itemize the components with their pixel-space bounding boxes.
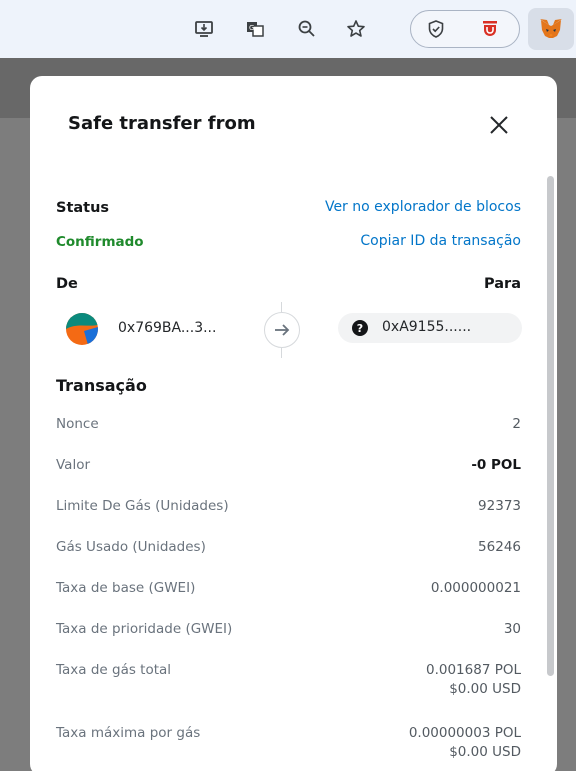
- gas-limit-value: 92373: [478, 498, 521, 514]
- priority-fee-label: Taxa de prioridade (GWEI): [56, 621, 233, 637]
- transfer-arrow: [264, 312, 300, 348]
- explorer-link[interactable]: Ver no explorador de blocos: [325, 199, 521, 215]
- to-address: 0xA9155......: [382, 319, 472, 335]
- transaction-section-title: Transação: [56, 376, 147, 395]
- priority-fee-value: 30: [503, 621, 521, 637]
- gas-limit-label: Limite De Gás (Unidades): [56, 498, 229, 514]
- unknown-account-icon: ?: [352, 320, 368, 336]
- status-badge: Confirmado: [56, 234, 144, 250]
- metamask-fox-icon: [540, 19, 562, 38]
- bookmark-star-icon[interactable]: [345, 18, 367, 40]
- value-amount: -0 POL: [471, 457, 521, 473]
- connector-line-bottom: [281, 348, 282, 358]
- from-account-avatar: [66, 313, 98, 345]
- max-fee-usd: $0.00 USD: [449, 744, 521, 760]
- from-label: De: [56, 276, 78, 292]
- total-gas-fee-label: Taxa de gás total: [56, 662, 172, 678]
- zoom-icon[interactable]: [296, 18, 318, 40]
- from-address[interactable]: 0x769BA...3...: [118, 320, 216, 336]
- to-address-pill[interactable]: ? 0xA9155......: [338, 313, 522, 343]
- nonce-label: Nonce: [56, 416, 99, 432]
- to-label: Para: [484, 276, 521, 292]
- connector-line-top: [281, 302, 282, 312]
- total-gas-fee-pol: 0.001687 POL: [426, 662, 521, 678]
- nonce-value: 2: [512, 416, 521, 432]
- ublock-extension-icon[interactable]: [479, 18, 501, 40]
- max-fee-pol: 0.00000003 POL: [408, 725, 521, 741]
- install-app-icon[interactable]: [193, 18, 215, 40]
- total-gas-fee-usd: $0.00 USD: [449, 681, 521, 697]
- max-fee-label: Taxa máxima por gás: [56, 725, 201, 741]
- shield-extension-icon[interactable]: [425, 18, 447, 40]
- browser-toolbar: G: [0, 0, 576, 58]
- base-fee-value: 0.000000021: [430, 580, 521, 596]
- value-label: Valor: [56, 457, 91, 473]
- copy-tx-id-link[interactable]: Copiar ID da transação: [360, 233, 521, 249]
- gas-used-label: Gás Usado (Unidades): [56, 539, 206, 555]
- arrow-right-icon: [275, 324, 290, 336]
- svg-text:G: G: [249, 24, 254, 32]
- metamask-extension-button[interactable]: [528, 8, 574, 50]
- status-label: Status: [56, 200, 110, 216]
- extensions-pill: [410, 10, 520, 48]
- close-icon[interactable]: [486, 112, 512, 138]
- gas-used-value: 56246: [478, 539, 521, 555]
- base-fee-label: Taxa de base (GWEI): [56, 580, 196, 596]
- scrollbar-thumb[interactable]: [547, 176, 554, 676]
- transaction-details-modal: Safe transfer from Status Ver no explora…: [30, 76, 557, 771]
- modal-title: Safe transfer from: [68, 113, 256, 134]
- translate-icon[interactable]: G: [244, 18, 266, 40]
